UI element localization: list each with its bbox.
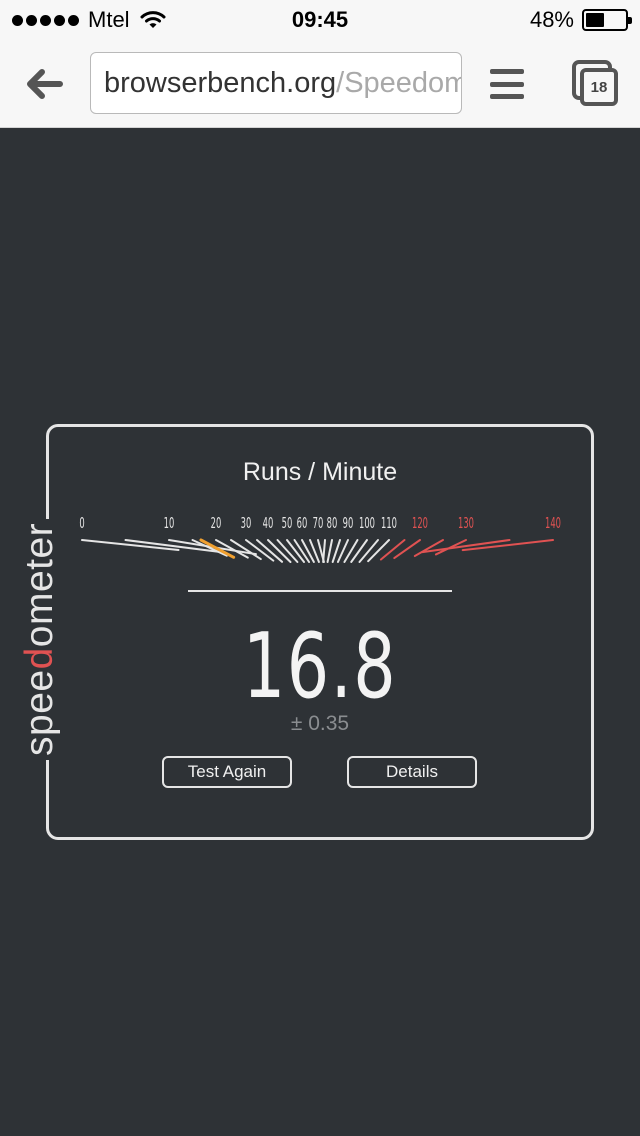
scale-tick <box>379 539 406 561</box>
gauge-divider <box>188 590 452 592</box>
tabs-button[interactable]: 18 <box>572 60 620 106</box>
url-text: browserbench.org/Speedometer <box>104 67 461 100</box>
back-arrow-icon <box>27 69 63 99</box>
battery-tip <box>628 17 632 24</box>
score-value: 16.8 <box>242 614 398 719</box>
back-button[interactable] <box>22 64 66 104</box>
scale-label: 40 <box>263 514 274 532</box>
test-again-button[interactable]: Test Again <box>162 756 292 788</box>
battery-percent: 48% <box>529 7 574 32</box>
url-path: /Speedometer <box>336 67 461 99</box>
status-bar: Mtel 09:45 48% <box>0 0 640 40</box>
scale-label: 70 <box>313 514 324 532</box>
url-host: browserbench.org <box>104 67 337 99</box>
scale-label: 140 <box>545 514 561 532</box>
scale-tick <box>367 539 390 563</box>
scale-tick <box>358 539 379 563</box>
scale-label: 90 <box>343 514 354 532</box>
scale-label: 10 <box>164 514 175 532</box>
address-bar[interactable]: browserbench.org/Speedometer <box>90 52 462 114</box>
gauge-dial: 0 10 20 30 40 50 60 70 80 90 100 110 120 130 140 <box>79 514 561 563</box>
scale-label: 100 <box>359 514 375 532</box>
scale-label: 50 <box>282 514 293 532</box>
tab-count: 18 <box>580 68 618 106</box>
gauge-title: Runs / Minute <box>242 458 398 486</box>
scale-tick <box>322 539 326 563</box>
scale-label: 110 <box>381 514 397 532</box>
scale-label: 60 <box>297 514 308 532</box>
scale-label: 20 <box>211 514 222 532</box>
menu-icon <box>490 94 524 99</box>
status-right: 48% <box>529 7 632 33</box>
menu-button[interactable] <box>490 69 524 99</box>
scale-label: 30 <box>241 514 252 532</box>
details-button[interactable]: Details <box>347 756 477 788</box>
scale-tick <box>350 539 368 563</box>
scale-label: 130 <box>458 514 474 532</box>
battery-level-fill <box>586 13 605 27</box>
score-margin: ± 0.35 <box>290 712 350 735</box>
scale-tick <box>326 539 333 563</box>
scale-label: 80 <box>327 514 338 532</box>
browser-toolbar: browserbench.org/Speedometer 18 <box>0 40 640 128</box>
menu-icon <box>490 69 524 74</box>
battery-icon <box>582 9 632 31</box>
gauge-needle <box>199 538 236 559</box>
scale-label: 0 <box>79 514 84 532</box>
scale-label: 120 <box>412 514 428 532</box>
menu-icon <box>490 81 524 87</box>
